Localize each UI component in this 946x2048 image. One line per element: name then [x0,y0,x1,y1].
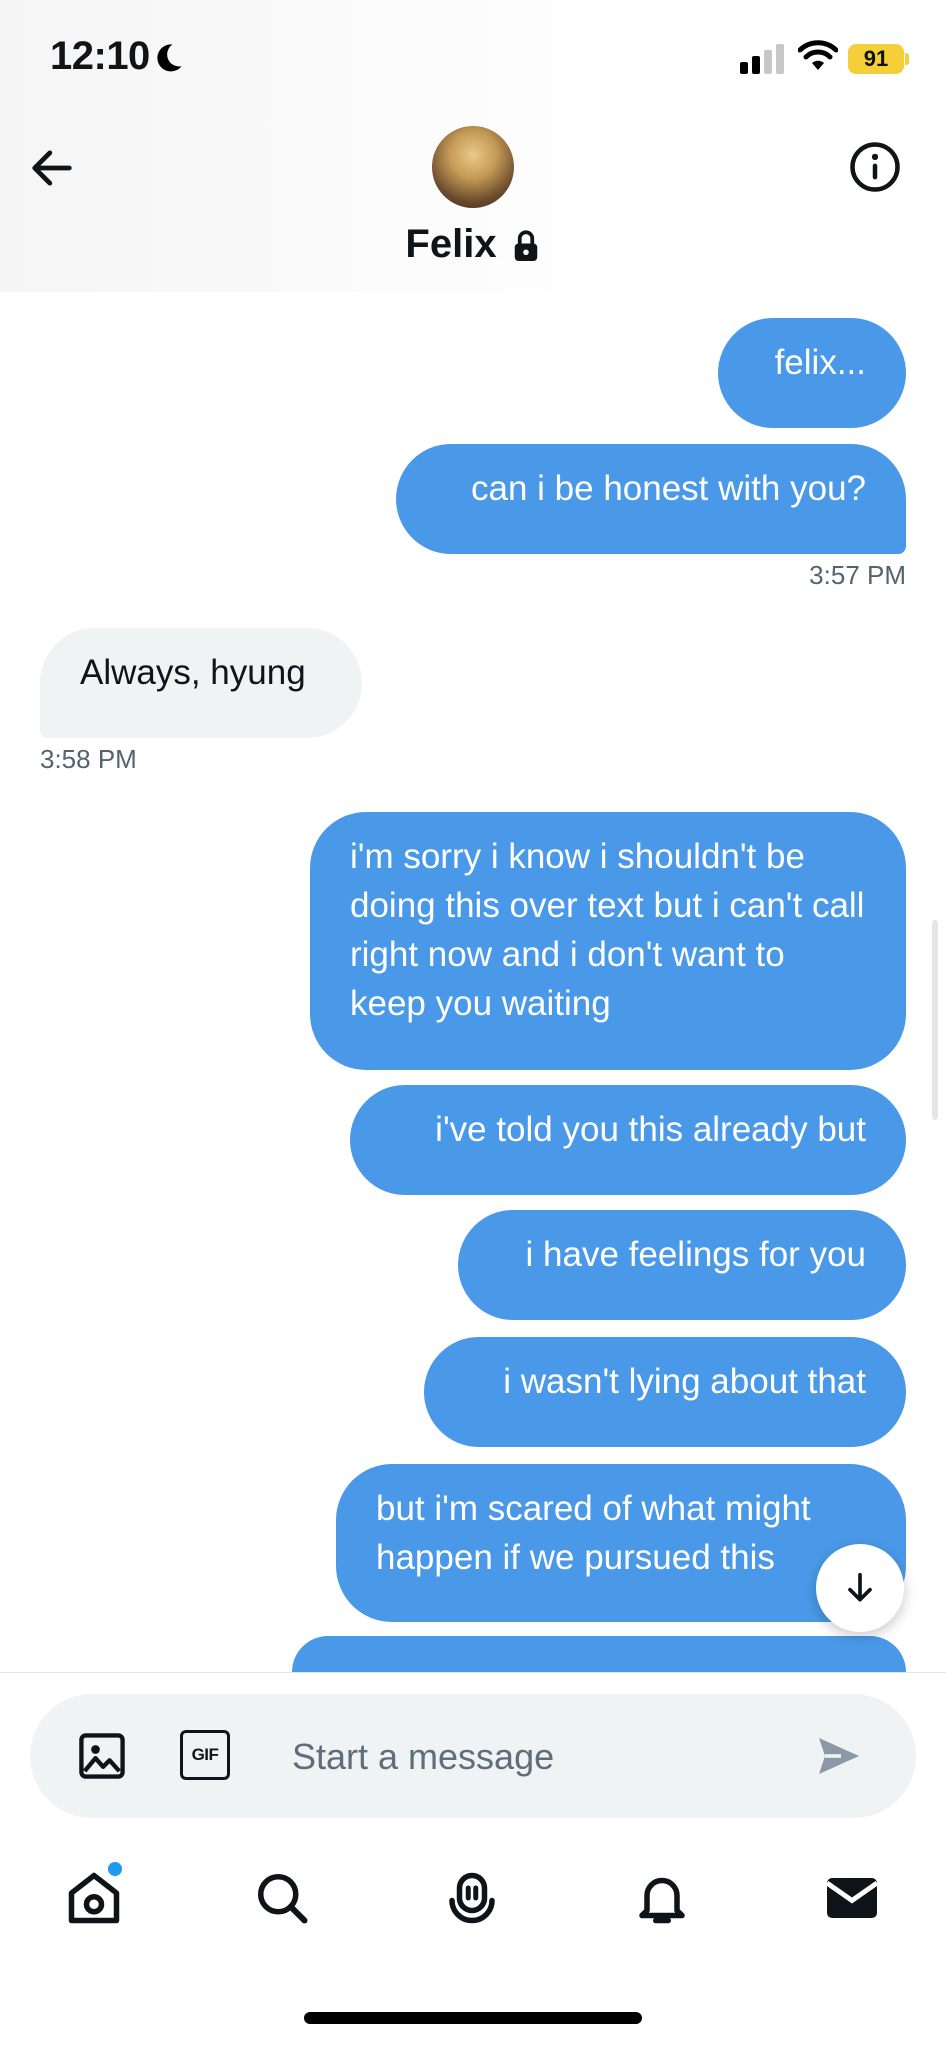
battery-tip [905,53,909,65]
home-indicator [304,2012,642,2024]
avatar[interactable] [432,126,514,208]
scrollbar[interactable] [932,920,938,1120]
scroll-to-bottom-button[interactable] [816,1544,904,1632]
moon-icon [157,44,182,72]
image-icon[interactable] [76,1730,128,1782]
notification-dot [108,1862,122,1876]
status-time: 12:10 [50,34,150,78]
back-arrow-icon[interactable] [26,142,78,194]
sent-message-bubble[interactable]: i have feelings for you [458,1210,906,1320]
sent-message-bubble-partial[interactable] [292,1636,906,1672]
send-icon[interactable] [814,1732,864,1780]
wifi-icon [798,40,838,70]
sent-message-bubble[interactable]: i've told you this already but [350,1085,906,1195]
home-icon[interactable] [64,1868,124,1928]
message-timestamp: 3:58 PM [40,744,137,774]
gif-label: GIF [191,1745,219,1764]
mail-icon[interactable] [822,1868,882,1928]
sent-message-bubble[interactable]: i wasn't lying about that [424,1337,906,1447]
info-icon[interactable] [848,140,902,194]
arrow-down-icon [848,1572,872,1602]
sent-message-bubble[interactable]: i'm sorry i know i shouldn't be doing th… [310,812,906,1070]
lock-icon [514,230,537,262]
gif-icon[interactable]: GIF [180,1730,230,1780]
message-timestamp: 3:57 PM [809,560,906,590]
received-message-bubble[interactable]: Always, hyung [40,628,362,738]
cellular-signal-icon [740,44,784,74]
battery-indicator: 91 [848,44,904,74]
sent-message-bubble[interactable]: felix... [718,318,906,428]
composer-divider [0,1672,946,1673]
bell-icon[interactable] [632,1868,692,1928]
message-input[interactable] [290,1724,794,1790]
contact-name-row[interactable]: Felix [0,222,946,267]
search-icon[interactable] [252,1868,312,1928]
contact-name: Felix [405,222,497,266]
sent-message-bubble[interactable]: can i be honest with you? [396,444,906,554]
spaces-icon[interactable] [442,1868,502,1928]
